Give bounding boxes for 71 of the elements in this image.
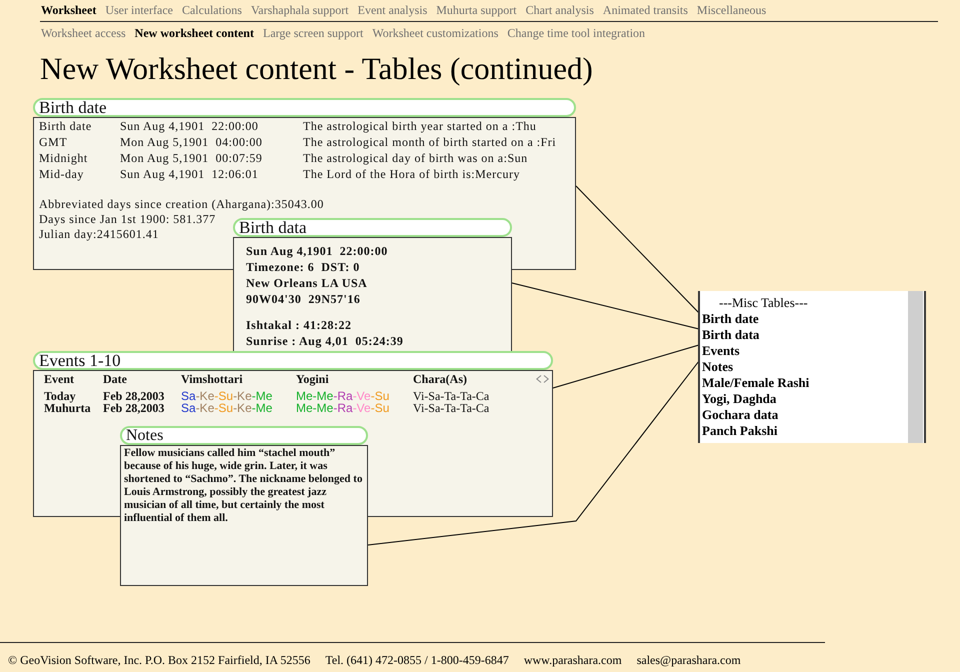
list-heading: ---Misc Tables---	[718, 295, 808, 311]
dasha-cell: Sa-Ke-Su-Ke-Me	[181, 390, 272, 402]
nav-link[interactable]: Muhurta support	[436, 3, 517, 17]
nav-link[interactable]: Miscellaneous	[696, 3, 766, 17]
list-item[interactable]: Panch Pakshi	[700, 423, 778, 439]
list-item[interactable]: Notes	[700, 359, 734, 375]
dasha-cell: Me-Me-Ra-Ve-Su	[296, 390, 390, 402]
column-header: Chara(As)	[413, 373, 467, 385]
nav-link[interactable]: Calculations	[182, 3, 242, 17]
column-header: Vimshottari	[181, 373, 243, 385]
table-cell: Vi-Sa-Ta-Ta-Ca	[413, 402, 490, 414]
website-link[interactable]: www.parashara.com	[524, 653, 622, 672]
table-cell: Muhurta	[44, 402, 91, 414]
nav-link[interactable]: Worksheet customizations	[372, 26, 498, 40]
table-cell: The astrological month of birth started on a :Fri	[303, 134, 556, 150]
column-header: Event	[44, 373, 74, 385]
summary-line: Days since Jan 1st 1900: 581.377	[39, 212, 216, 227]
table-cell: Sun Aug 4,1901 22:00:00	[120, 118, 258, 134]
table-cell: Feb 28,2003	[103, 402, 164, 414]
table-cell: The astrological birth year started on a :Thu	[303, 118, 536, 134]
data-line: New Orleans LA USA	[246, 275, 368, 291]
nav-link[interactable]: Animated transits	[602, 3, 688, 17]
table-cell: Birth date	[39, 118, 92, 134]
email-link[interactable]: sales@parashara.com	[636, 653, 741, 672]
summary-line: Julian day:2415601.41	[39, 227, 159, 242]
list-item[interactable]: Yogi, Daghda	[700, 391, 776, 407]
panel-title: Birth data	[233, 218, 512, 237]
table-cell: Mon Aug 5,1901 00:07:59	[120, 150, 262, 166]
table-cell: The Lord of the Hora of birth is:Mercury	[303, 166, 520, 182]
data-line: Sunrise : Aug 4,01 05:24:39	[246, 333, 404, 349]
data-line: Sun Aug 4,1901 22:00:00	[246, 243, 388, 259]
table-cell: The astrological day of birth was on a:Sun	[303, 150, 528, 166]
table-cell: Today	[44, 390, 76, 402]
table-cell: Midnight	[39, 150, 88, 166]
nav-link[interactable]: New worksheet content	[134, 26, 254, 40]
list-item[interactable]: Gochara data	[700, 407, 778, 423]
data-line: Timezone: 6 DST: 0	[246, 259, 360, 275]
list-item[interactable]: Events	[700, 343, 740, 359]
list-item[interactable]: Birth date	[700, 311, 759, 327]
column-header: Yogini	[296, 373, 329, 385]
panel-title: Notes	[120, 426, 368, 445]
column-header: Date	[103, 373, 127, 385]
dasha-cell: Sa-Ke-Su-Ke-Me	[181, 402, 272, 414]
notes-text: Fellow musicians called him “stachel mouth” because of his huge, wide grin. Later, it was shortened to “Sachmo”. The nickname belonged to Louis Armstrong, possibly the greatest jazz musician of all time, but certainly the most influential of them all.	[124, 447, 364, 525]
panel-title: Birth date	[33, 98, 576, 117]
chevrons-icon	[536, 375, 549, 383]
nav-link[interactable]: Chart analysis	[526, 3, 594, 17]
table-cell: GMT	[39, 134, 68, 150]
panel-title: Events 1-10	[33, 351, 553, 370]
summary-line: Abbreviated days since creation (Ahargana):35043.00	[39, 197, 324, 212]
scrollbar-track[interactable]	[908, 291, 923, 443]
page-title: New Worksheet content - Tables (continued)	[40, 52, 593, 86]
company-address: © GeoVision Software, Inc. P.O. Box 2152 Fairfield, IA 52556	[8, 653, 310, 669]
table-cell: Vi-Sa-Ta-Ta-Ca	[413, 390, 490, 402]
phone-number: Tel. (641) 472-0855 / 1-800-459-6847	[325, 653, 509, 669]
nav-link[interactable]: Worksheet	[41, 3, 96, 17]
list-item[interactable]: Male/Female Rashi	[700, 375, 810, 391]
data-line: Ishtakal : 41:28:22	[246, 317, 352, 333]
data-line: 90W04'30 29N57'16	[246, 291, 360, 307]
nav-link[interactable]: Change time tool integration	[507, 26, 646, 40]
nav-link[interactable]: Event analysis	[358, 3, 428, 17]
dasha-cell: Me-Me-Ra-Ve-Su	[296, 402, 390, 414]
table-cell: Feb 28,2003	[103, 390, 164, 402]
nav-link[interactable]: Varshaphala support	[250, 3, 349, 17]
table-cell: Mon Aug 5,1901 04:00:00	[120, 134, 262, 150]
list-item[interactable]: Birth data	[700, 327, 760, 343]
nav-link[interactable]: User interface	[105, 3, 173, 17]
nav-link[interactable]: Worksheet access	[41, 26, 126, 40]
table-cell: Mid-day	[39, 166, 84, 182]
nav-link[interactable]: Large screen support	[262, 26, 364, 40]
table-cell: Sun Aug 4,1901 12:06:01	[120, 166, 258, 182]
